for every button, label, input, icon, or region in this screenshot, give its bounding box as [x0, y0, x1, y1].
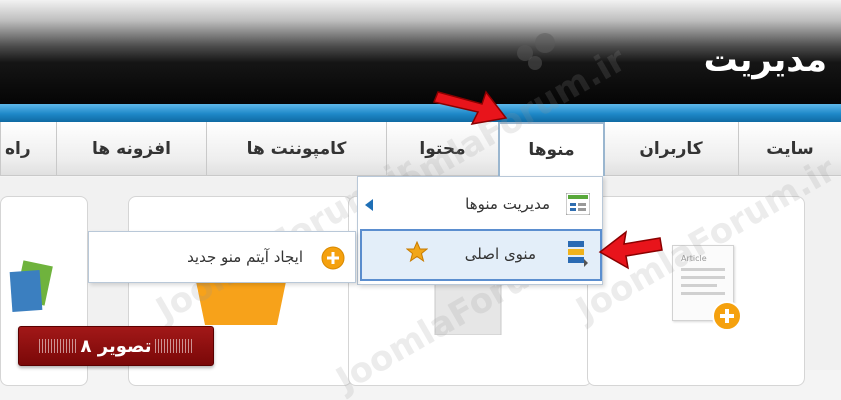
submenu-arrow-left-icon	[365, 199, 373, 211]
add-circle-icon	[321, 246, 345, 270]
dropdown-item-main-menu[interactable]: منوی اصلی	[360, 229, 602, 281]
nav-components-label: کامپوننت ها	[246, 139, 347, 159]
figure-badge-label: تصویر ۸	[80, 335, 152, 357]
nav-guide-label: راه	[5, 139, 31, 159]
nav-extensions-label: افزونه ها	[92, 139, 171, 159]
dropdown-item-manage-menus[interactable]: مدیریت منوها	[358, 181, 604, 229]
figure-badge: تصویر ۸	[18, 326, 214, 366]
main-menu-label: منوی اصلی	[464, 245, 536, 263]
main-menu-submenu: ایجاد آیتم منو جدید	[88, 231, 356, 283]
nav-users-label: کاربران	[639, 139, 703, 159]
nav-extensions[interactable]: افزونه ها	[56, 122, 206, 176]
manage-menus-label: مدیریت منوها	[465, 195, 550, 213]
doc-line	[681, 292, 725, 295]
new-menu-item-label: ایجاد آیتم منو جدید	[187, 248, 303, 266]
admin-header: مدیریت	[0, 0, 841, 104]
menus-dropdown: مدیریت منوها منوی اصلی	[357, 176, 603, 285]
annotation-arrow-icon	[432, 90, 508, 125]
page-title: مدیریت	[703, 40, 827, 80]
annotation-arrow-icon	[598, 230, 663, 270]
menu-manager-icon	[566, 193, 590, 215]
nav-components[interactable]: کامپوننت ها	[206, 122, 386, 176]
badge-hatch	[39, 339, 77, 353]
star-icon	[406, 241, 428, 263]
nav-menus-label: منوها	[528, 140, 575, 160]
doc-line	[681, 276, 725, 279]
add-plus-icon	[712, 301, 742, 331]
badge-hatch	[155, 339, 193, 353]
doc-line	[681, 284, 717, 287]
nav-site-label: سایت	[766, 139, 814, 159]
nav-guide[interactable]: راه	[0, 122, 56, 176]
nav-users[interactable]: کاربران	[603, 122, 738, 176]
image-stack-icon	[9, 260, 53, 312]
header-accent-bar	[0, 104, 841, 122]
menu-list-icon	[568, 241, 588, 267]
submenu-item-new-menu-item[interactable]: ایجاد آیتم منو جدید	[89, 232, 357, 284]
